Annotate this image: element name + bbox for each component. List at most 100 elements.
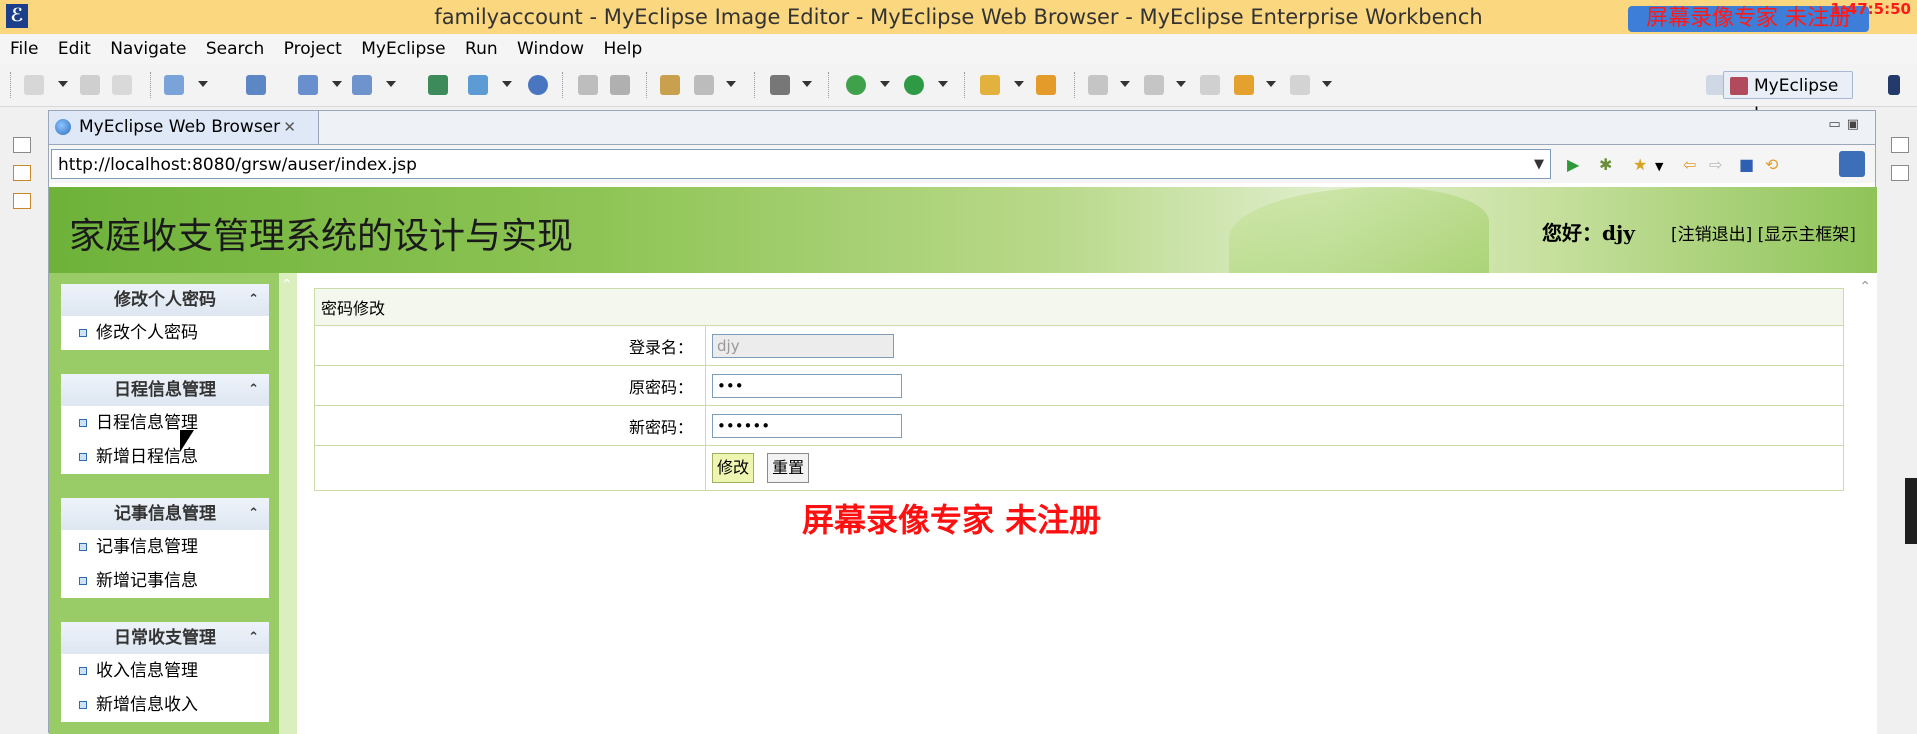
hierarchy-icon[interactable] — [13, 165, 31, 181]
menu-navigate[interactable]: Navigate — [103, 34, 193, 64]
collapse-icon[interactable]: ⌃ — [248, 622, 259, 654]
close-icon[interactable]: ✕ — [283, 111, 296, 144]
refresh-icon[interactable]: ⟲ — [1765, 157, 1778, 173]
scroll-up-icon[interactable]: ⌃ — [1859, 279, 1871, 295]
chevron-down-icon[interactable] — [802, 81, 812, 87]
back-arrow-icon[interactable]: ⇦ — [1683, 157, 1696, 173]
stop-icon[interactable]: ■ — [1739, 157, 1754, 173]
favorites-icon[interactable]: ★ — [1633, 157, 1647, 173]
open-folder-icon[interactable] — [1036, 75, 1056, 95]
logout-link[interactable]: [注销退出] — [1671, 225, 1752, 245]
chevron-down-icon[interactable] — [880, 81, 890, 87]
menu-help[interactable]: Help — [596, 34, 649, 64]
restore-view-icon[interactable] — [1891, 137, 1909, 153]
menu-window[interactable]: Window — [510, 34, 591, 64]
perspective-switcher[interactable]: MyEclipse I... — [1723, 71, 1853, 124]
forward-arrow-icon[interactable]: ⇨ — [1709, 157, 1722, 173]
go-icon[interactable]: ▶ — [1567, 157, 1579, 173]
side-panel-handle[interactable] — [1905, 478, 1917, 544]
menu-item-schedule-add[interactable]: 新增日程信息 — [61, 440, 269, 474]
menu-item-notes-manage[interactable]: 记事信息管理 — [61, 530, 269, 564]
chevron-down-icon[interactable] — [198, 81, 208, 87]
collapse-icon[interactable]: ⌃ — [248, 284, 259, 316]
menu-section-income-expense: 日常收支管理 ⌃ 收入信息管理 新增信息收入 — [61, 622, 269, 722]
chevron-down-icon[interactable] — [938, 81, 948, 87]
collapse-icon[interactable]: ⌃ — [248, 374, 259, 406]
menu-section-header[interactable]: 日程信息管理 ⌃ — [61, 374, 269, 406]
previous-annotation-icon[interactable] — [1144, 75, 1164, 95]
url-field[interactable]: http://localhost:8080/grsw/auser/index.j… — [51, 149, 1551, 179]
editor-tab-bar: MyEclipse Web Browser ✕ ▭▣ — [49, 111, 1875, 145]
outline-icon[interactable] — [13, 193, 31, 209]
menu-edit[interactable]: Edit — [51, 34, 98, 64]
chevron-down-icon[interactable] — [502, 81, 512, 87]
maximize-icon[interactable]: ▣ — [1847, 117, 1865, 132]
browse-icon[interactable] — [694, 75, 714, 95]
chevron-down-icon[interactable]: ▼ — [1534, 150, 1544, 180]
back-arrow-icon[interactable] — [1234, 75, 1254, 95]
myeclipse-browser-icon[interactable] — [1839, 151, 1865, 177]
left-trim-bar — [0, 107, 44, 733]
collapse-icon[interactable]: ⌃ — [248, 498, 259, 530]
camera-icon[interactable] — [770, 75, 790, 95]
new-project-icon[interactable] — [164, 75, 184, 95]
last-edit-icon[interactable] — [1200, 75, 1220, 95]
old-password-field[interactable]: ••• — [712, 373, 902, 398]
chevron-down-icon[interactable] — [1322, 81, 1332, 87]
menu-item-change-password[interactable]: 修改个人密码 — [61, 316, 269, 350]
build-icon[interactable] — [352, 75, 372, 95]
main-frame-link[interactable]: [显示主框架] — [1758, 225, 1856, 245]
menu-run[interactable]: Run — [458, 34, 505, 64]
chevron-down-icon[interactable] — [726, 81, 736, 87]
menu-item-income-manage[interactable]: 收入信息管理 — [61, 654, 269, 688]
print-icon[interactable] — [112, 75, 132, 95]
chevron-down-icon[interactable] — [386, 81, 396, 87]
menu-myeclipse[interactable]: MyEclipse — [354, 34, 452, 64]
debug-bug-icon[interactable]: ✱ — [1599, 157, 1612, 173]
menu-item-schedule-manage[interactable]: 日程信息管理 — [61, 406, 269, 440]
open-icon[interactable] — [578, 75, 598, 95]
minimize-icon[interactable]: ▭ — [1828, 117, 1846, 132]
collapse-sidebar-icon[interactable]: ⌃ — [281, 277, 293, 293]
new-icon[interactable] — [24, 75, 44, 95]
perspective-overflow-icon[interactable] — [1888, 75, 1900, 95]
tab-web-browser[interactable]: MyEclipse Web Browser ✕ — [49, 111, 319, 144]
menu-section-title: 记事信息管理 — [114, 504, 216, 524]
menu-section-header[interactable]: 记事信息管理 ⌃ — [61, 498, 269, 530]
restore-view-icon[interactable] — [13, 137, 31, 153]
next-annotation-icon[interactable] — [1088, 75, 1108, 95]
menu-project[interactable]: Project — [277, 34, 349, 64]
site-title: 家庭收支管理系统的设计与实现 — [69, 216, 574, 257]
chevron-down-icon[interactable] — [1014, 81, 1024, 87]
external-tools-icon[interactable] — [980, 75, 1000, 95]
chevron-down-icon[interactable]: ▼ — [1655, 159, 1663, 175]
chevron-down-icon[interactable] — [1176, 81, 1186, 87]
menu-item-notes-add[interactable]: 新增记事信息 — [61, 564, 269, 598]
menu-file[interactable]: File — [0, 34, 45, 64]
address-bar: http://localhost:8080/grsw/auser/index.j… — [49, 145, 1875, 183]
menu-item-income-add[interactable]: 新增信息收入 — [61, 688, 269, 722]
deploy-icon[interactable] — [298, 75, 318, 95]
reset-button[interactable]: 重置 — [767, 453, 810, 483]
globe-icon[interactable] — [528, 75, 548, 95]
run-icon[interactable] — [904, 75, 924, 95]
menu-section-header[interactable]: 日常收支管理 ⌃ — [61, 622, 269, 654]
new-class-icon[interactable] — [660, 75, 680, 95]
submit-button[interactable]: 修改 — [712, 453, 755, 483]
report-icon[interactable] — [468, 75, 488, 95]
server-icon[interactable] — [246, 75, 266, 95]
forward-arrow-icon[interactable] — [1290, 75, 1310, 95]
console-icon[interactable] — [1891, 165, 1909, 181]
save-icon[interactable] — [80, 75, 100, 95]
refresh-icon[interactable] — [610, 75, 630, 95]
database-icon[interactable] — [428, 75, 448, 95]
chevron-down-icon[interactable] — [1266, 81, 1276, 87]
new-password-field[interactable]: •••••• — [712, 413, 902, 438]
debug-icon[interactable] — [846, 75, 866, 95]
menu-search[interactable]: Search — [199, 34, 271, 64]
chevron-down-icon[interactable] — [1120, 81, 1130, 87]
chevron-down-icon[interactable] — [332, 81, 342, 87]
menu-section-header[interactable]: 修改个人密码 ⌃ — [61, 284, 269, 316]
chevron-down-icon[interactable] — [58, 81, 68, 87]
frame-splitter[interactable]: ⌃ — [279, 273, 297, 734]
